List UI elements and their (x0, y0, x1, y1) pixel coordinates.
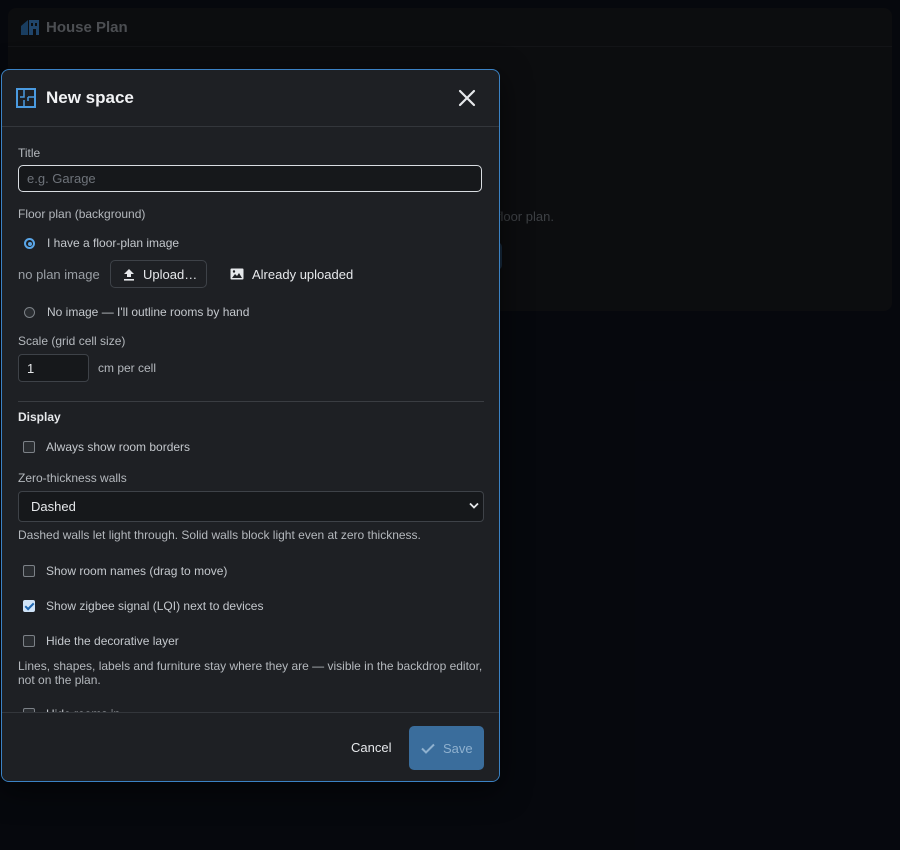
radio-no-image[interactable] (24, 307, 35, 318)
scale-label: Scale (grid cell size) (18, 334, 126, 348)
title-input[interactable] (18, 165, 482, 192)
hide-decorative-label: Hide the decorative layer (46, 634, 179, 648)
dialog-header: New space (2, 70, 499, 127)
already-uploaded-button[interactable]: Already uploaded (230, 260, 353, 288)
walls-select[interactable]: Dashed (18, 491, 484, 522)
radio-no-image-label: No image — I'll outline rooms by hand (47, 305, 250, 319)
show-room-names-label: Show room names (drag to move) (46, 564, 228, 578)
check-icon (421, 743, 435, 754)
close-icon[interactable] (457, 88, 477, 108)
save-label: Save (443, 740, 473, 756)
image-icon (230, 268, 244, 280)
dialog-footer: Cancel Save (2, 712, 499, 781)
checkbox-hide-decorative[interactable] (23, 635, 35, 647)
chevron-down-icon (469, 502, 479, 509)
upload-button[interactable]: Upload… (110, 260, 207, 288)
scale-input[interactable] (18, 354, 89, 382)
radio-floor-plan-image[interactable] (24, 238, 35, 249)
dialog-body: Title Floor plan (background) I have a f… (2, 127, 499, 712)
display-section-title: Display (18, 410, 61, 424)
checkbox-show-room-names[interactable] (23, 565, 35, 577)
section-divider (18, 401, 484, 402)
decorative-help: Lines, shapes, labels and furniture stay… (18, 659, 483, 687)
show-zigbee-label: Show zigbee signal (LQI) next to devices (46, 599, 264, 613)
walls-help: Dashed walls let light through. Solid wa… (18, 528, 421, 542)
no-plan-image-text: no plan image (18, 267, 100, 282)
dialog-title: New space (46, 88, 134, 107)
walls-select-value: Dashed (31, 499, 76, 514)
floor-plan-icon (16, 88, 36, 108)
new-space-dialog: New space Title Floor plan (background) … (1, 69, 500, 782)
already-uploaded-label: Already uploaded (252, 266, 354, 282)
walls-label: Zero-thickness walls (18, 471, 127, 485)
upload-label: Upload… (143, 266, 198, 282)
scale-unit: cm per cell (98, 361, 157, 375)
floor-plan-label: Floor plan (background) (18, 207, 146, 221)
always-show-borders-label: Always show room borders (46, 440, 191, 454)
title-label: Title (18, 146, 41, 160)
cancel-button[interactable]: Cancel (351, 740, 391, 755)
checkbox-show-zigbee[interactable] (23, 600, 35, 612)
upload-icon (124, 268, 134, 281)
save-button[interactable]: Save (409, 726, 484, 770)
checkbox-always-show-borders[interactable] (23, 441, 35, 453)
radio-floor-plan-image-label: I have a floor-plan image (47, 236, 180, 250)
